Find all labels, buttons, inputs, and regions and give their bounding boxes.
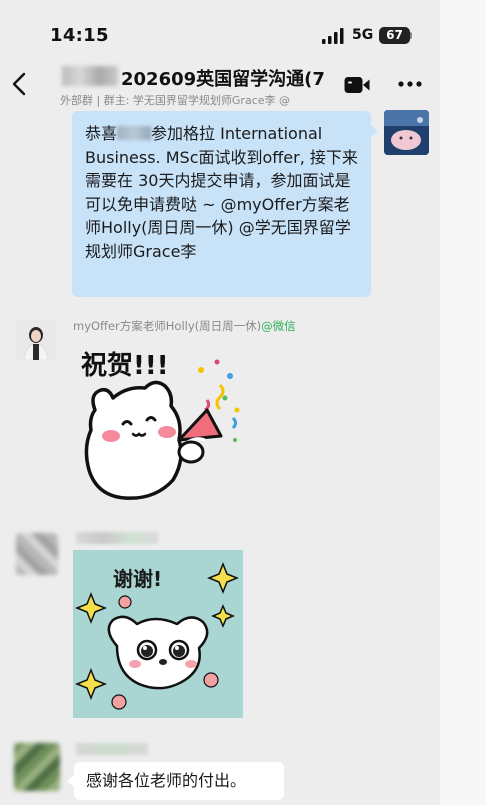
- avatar-image: [16, 320, 56, 360]
- chat-header: 202609英国留学沟通(7) 外部群 | 群主: 学无国界留学规划师Grace…: [0, 58, 440, 112]
- chat-subtitle: 外部群 | 群主: 学无国界留学规划师Grace李 @: [60, 94, 290, 107]
- redacted-name: [62, 66, 118, 86]
- status-time: 14:15: [50, 25, 109, 46]
- battery-tip: [410, 32, 412, 39]
- sticker-caption: 祝贺!!!: [81, 351, 169, 381]
- status-bar: 14:15 5G 67: [0, 0, 440, 60]
- my-message-bubble[interactable]: 恭喜 参加格拉 International Business. MSc面试收到of…: [72, 111, 378, 297]
- sender-name: myOffer方案老师Holly(周日周一休)@微信: [73, 318, 296, 334]
- member-count: (7): [304, 69, 326, 90]
- congrats-cat-illustration: 祝贺!!!: [81, 351, 240, 500]
- back-chevron-icon[interactable]: [8, 70, 32, 98]
- sticker-caption: 谢谢!: [113, 567, 162, 591]
- sender-name-text: myOffer方案老师Holly(周日周一休): [73, 319, 262, 333]
- redacted-name: [117, 126, 152, 140]
- chat-screen: 14:15 5G 67 202609英国留学沟通(7) 外部群 | 群主: 学无…: [0, 0, 440, 805]
- message-text: 感谢各位老师的付出。: [86, 771, 247, 790]
- chat-title: 202609英国留学沟通(7): [121, 65, 326, 91]
- background-strip: [440, 0, 486, 805]
- message-text-prefix: 恭喜: [85, 124, 118, 143]
- thanks-sticker[interactable]: 谢谢!: [73, 550, 243, 718]
- holly-avatar[interactable]: [16, 320, 56, 360]
- redacted-sender-name: [76, 532, 158, 544]
- wechat-tag: @微信: [261, 319, 296, 333]
- battery-icon: 67: [379, 27, 410, 44]
- video-call-icon[interactable]: [344, 76, 370, 94]
- congrats-sticker[interactable]: 祝贺!!!: [75, 340, 245, 510]
- thanks-dog-illustration: 谢谢!: [73, 550, 243, 718]
- avatar-image: [384, 110, 429, 155]
- redacted-sender-name: [76, 743, 148, 755]
- chat-title-text: 202609英国留学沟通: [121, 69, 305, 90]
- redacted-avatar[interactable]: [16, 533, 58, 575]
- more-icon[interactable]: [398, 78, 422, 90]
- their-message-bubble[interactable]: 感谢各位老师的付出。: [67, 762, 284, 800]
- redacted-avatar[interactable]: [14, 743, 60, 791]
- network-type: 5G: [352, 27, 374, 43]
- my-avatar[interactable]: [384, 110, 429, 155]
- message-text: 参加格拉 International Business. MSc面试收到offe…: [85, 124, 358, 261]
- cellular-signal-icon: [322, 28, 344, 44]
